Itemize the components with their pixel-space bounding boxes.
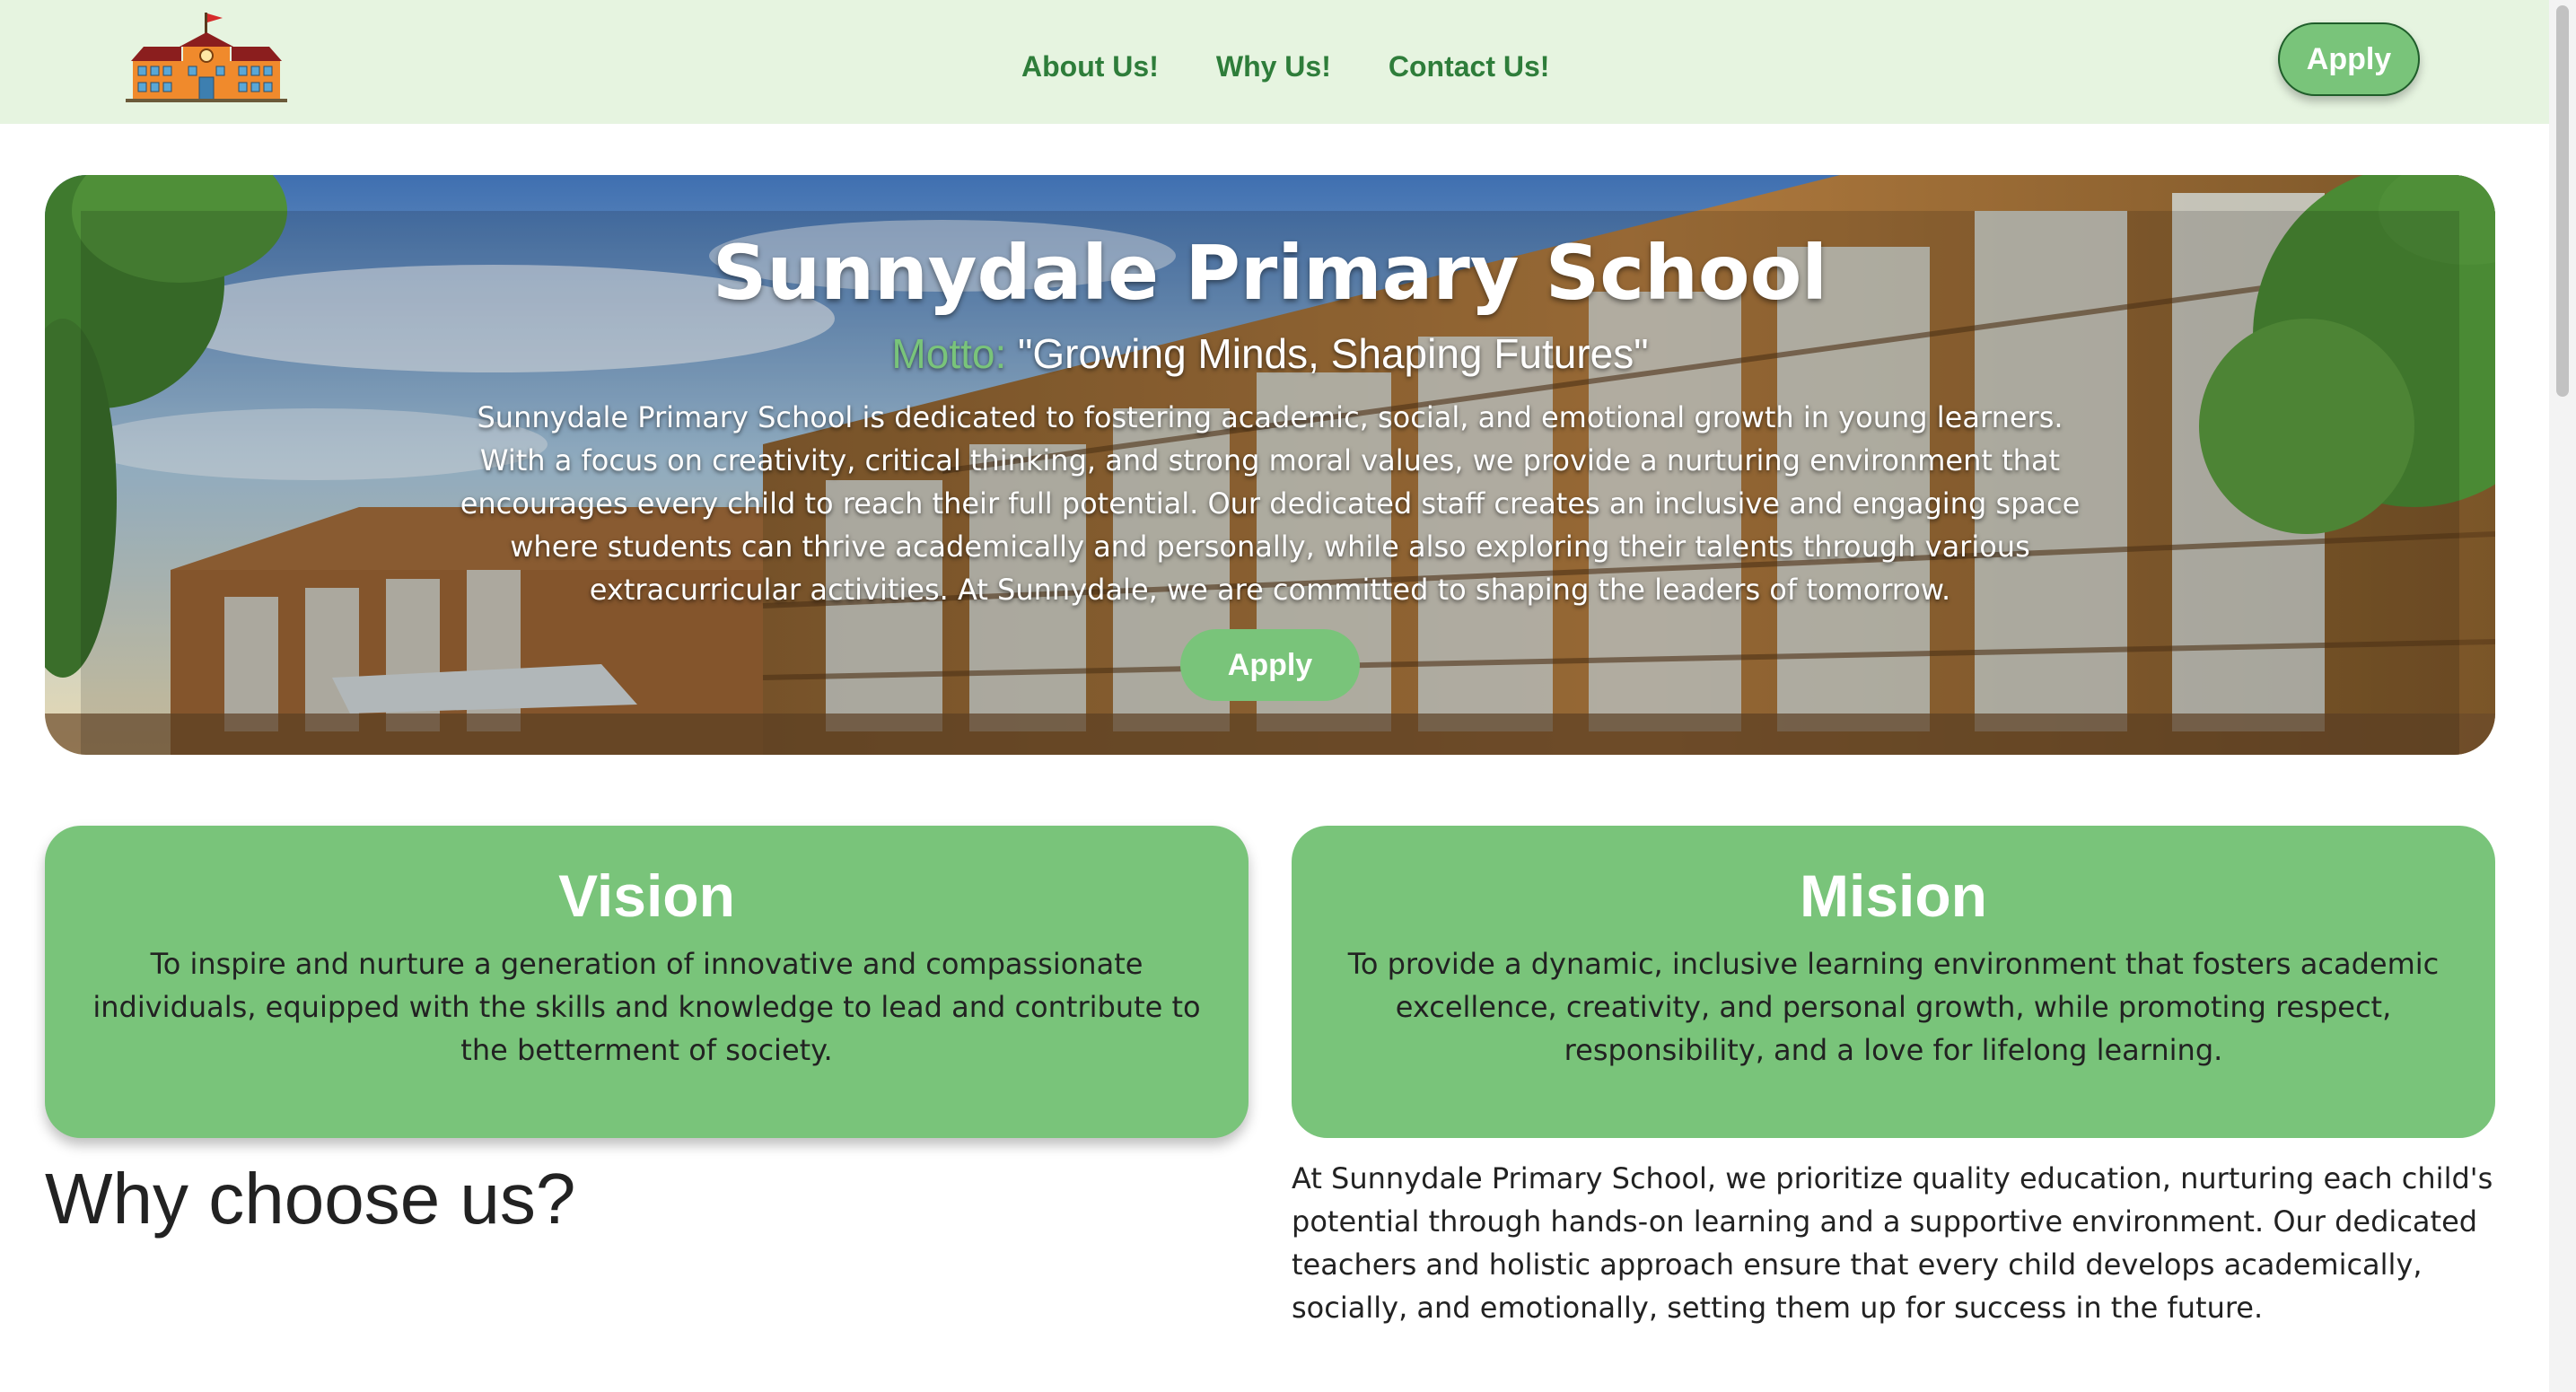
nav-link-contact-us[interactable]: Contact Us! [1389, 50, 1550, 83]
hero-content: Sunnydale Primary School Motto: "Growing… [45, 175, 2495, 755]
header-apply-button[interactable]: Apply [2278, 22, 2420, 96]
nav-link-about-us[interactable]: About Us! [1021, 50, 1159, 83]
mission-text: To provide a dynamic, inclusive learning… [1347, 947, 2440, 1067]
mission-title: Mision [1800, 862, 1987, 929]
vision-title: Vision [558, 862, 735, 929]
why-choose-us-text: At Sunnydale Primary School, we prioriti… [1292, 1161, 2493, 1325]
hero-motto: Motto: "Growing Minds, Shaping Futures" [45, 329, 2495, 378]
hero-banner: Sunnydale Primary School Motto: "Growing… [45, 175, 2495, 755]
motto-text: "Growing Minds, Shaping Futures" [1006, 330, 1649, 377]
nav-link-why-us[interactable]: Why Us! [1216, 50, 1331, 83]
vision-card: Vision To inspire and nurture a generati… [45, 826, 1249, 1138]
hero-apply-button[interactable]: Apply [1180, 629, 1360, 701]
vision-text: To inspire and nurture a generation of i… [92, 947, 1201, 1067]
scrollbar-thumb[interactable] [2556, 5, 2569, 397]
school-building-icon[interactable] [126, 11, 287, 102]
main-nav: About Us! Why Us! Contact Us! [1021, 50, 1549, 83]
page-scrollbar[interactable] [2549, 0, 2576, 1392]
mission-card: Mision To provide a dynamic, inclusive l… [1292, 826, 2495, 1138]
why-choose-us-heading: Why choose us? [45, 1159, 576, 1239]
hero-title: Sunnydale Primary School [712, 229, 1828, 317]
hero-description: Sunnydale Primary School is dedicated to… [460, 400, 2081, 607]
site-header: About Us! Why Us! Contact Us! Apply [0, 0, 2549, 124]
motto-label: Motto: [891, 330, 1007, 377]
